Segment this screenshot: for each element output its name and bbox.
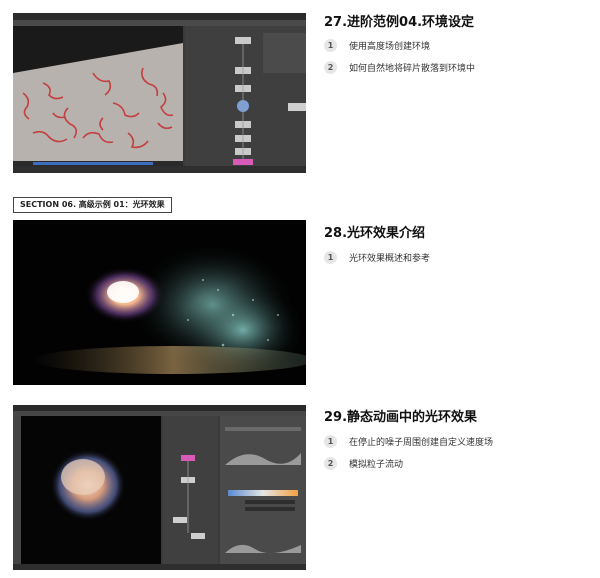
lesson-28-title: 28.光环效果介绍: [324, 226, 426, 241]
lesson-29-item-2: 2 模拟粒子流动: [324, 457, 403, 470]
item-number-badge: 1: [324, 39, 337, 52]
lesson-27-title: 27.进阶范例04.环境设定: [324, 15, 475, 30]
item-text: 光环效果概述和参考: [349, 254, 431, 264]
item-number-badge: 1: [324, 251, 337, 264]
item-text: 如何自然地将碎片散落到环境中: [349, 64, 476, 74]
item-text: 在停止的噪子周围创建自定义速度场: [349, 438, 494, 448]
lesson-27-item-2: 2 如何自然地将碎片散落到环境中: [324, 61, 475, 74]
item-number-badge: 1: [324, 435, 337, 448]
item-number-badge: 2: [324, 457, 337, 470]
lesson-27-item-1: 1 使用高度场创建环境: [324, 39, 430, 52]
lesson-28-thumbnail: [13, 220, 306, 385]
item-number-badge: 2: [324, 61, 337, 74]
lesson-28-item-1: 1 光环效果概述和参考: [324, 251, 430, 264]
section-label: SECTION 06. 高级示例 01：光环效果: [13, 197, 172, 213]
lesson-29-thumbnail: [13, 405, 306, 570]
item-text: 使用高度场创建环境: [349, 42, 431, 52]
lesson-29-item-1: 1 在停止的噪子周围创建自定义速度场: [324, 435, 493, 448]
lesson-29-title: 29.静态动画中的光环效果: [324, 410, 478, 425]
item-text: 模拟粒子流动: [349, 460, 404, 470]
lesson-27-thumbnail: [13, 13, 306, 173]
